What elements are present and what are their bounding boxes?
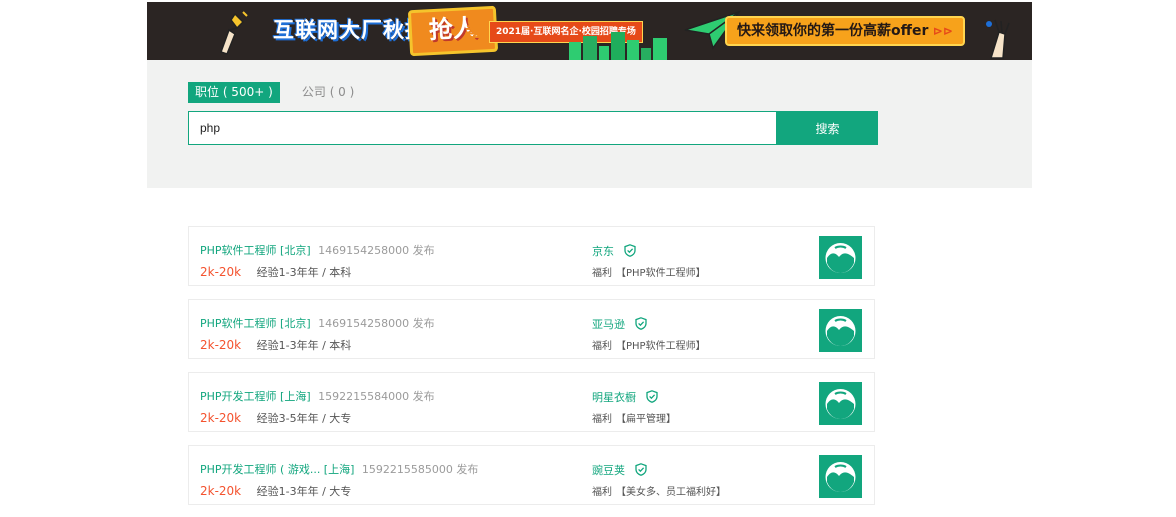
welfare-line: 福利 【PHP软件工程师】 <box>592 264 706 279</box>
job-title-line: PHP开发工程师 [上海] 1592215584000 发布 <box>200 388 435 404</box>
search-tabs: 职位 ( 500+ ) 公司 ( 0 ) <box>188 81 371 103</box>
company-name-link[interactable]: 京东 <box>592 245 614 258</box>
search-panel: 职位 ( 500+ ) 公司 ( 0 ) 搜索 <box>147 60 1032 188</box>
job-requirement: 经验1-3年年 / 本科 <box>256 339 352 352</box>
company-line: 豌豆荚 <box>592 462 647 478</box>
search-bar: 搜索 <box>188 111 878 145</box>
job-salary: 2k-20k <box>200 265 242 279</box>
company-logo-icon[interactable] <box>819 455 862 498</box>
welfare-label: 福利 <box>592 268 612 279</box>
welfare-label: 福利 <box>592 341 612 352</box>
buildings-illustration <box>569 32 667 60</box>
welfare-tags: 【PHP软件工程师】 <box>616 268 706 279</box>
job-title-link[interactable]: PHP开发工程师 [上海] <box>200 390 311 403</box>
job-title-line: PHP软件工程师 [北京] 1469154258000 发布 <box>200 242 435 258</box>
job-title-link[interactable]: PHP开发工程师 ( 游戏... [上海] <box>200 463 354 476</box>
company-logo-icon[interactable] <box>819 236 862 279</box>
campus-recruit-banner[interactable]: 互联网大厂秋招 抢人 季 2021届·互联网名企·校园招聘专场 快来领取你的第一… <box>147 2 1032 60</box>
welfare-line: 福利 【PHP软件工程师】 <box>592 337 706 352</box>
job-meta-line: 2k-20k 经验1-3年年 / 本科 <box>200 264 351 280</box>
job-list-item[interactable]: PHP开发工程师 ( 游戏... [上海] 1592215585000 发布 2… <box>188 445 875 505</box>
job-posted-time: 1469154258000 发布 <box>318 244 435 257</box>
job-title-link[interactable]: PHP软件工程师 [北京] <box>200 244 311 257</box>
company-logo-icon[interactable] <box>819 382 862 425</box>
company-logo-icon[interactable] <box>819 309 862 352</box>
shield-check-icon <box>634 463 647 476</box>
job-requirement: 经验1-3年年 / 本科 <box>256 266 352 279</box>
welfare-line: 福利 【扁平管理】 <box>592 410 676 425</box>
job-title-link[interactable]: PHP软件工程师 [北京] <box>200 317 311 330</box>
company-name-link[interactable]: 豌豆荚 <box>592 464 625 477</box>
job-search-page: 互联网大厂秋招 抢人 季 2021届·互联网名企·校园招聘专场 快来领取你的第一… <box>0 0 1176 517</box>
job-title-line: PHP软件工程师 [北京] 1469154258000 发布 <box>200 315 435 331</box>
job-posted-time: 1592215584000 发布 <box>318 390 435 403</box>
welfare-line: 福利 【美女多、员工福利好】 <box>592 483 726 498</box>
job-requirement: 经验1-3年年 / 大专 <box>256 485 352 498</box>
welfare-tags: 【扁平管理】 <box>616 414 676 425</box>
job-posted-time: 1592215585000 发布 <box>361 463 479 476</box>
company-line: 京东 <box>592 243 636 259</box>
job-meta-line: 2k-20k 经验1-3年年 / 大专 <box>200 483 351 499</box>
banner-title-highlight: 抢人 <box>407 5 499 57</box>
banner-title: 互联网大厂秋招 <box>273 18 427 42</box>
search-input[interactable] <box>188 111 777 145</box>
company-name-link[interactable]: 明星衣橱 <box>592 391 636 404</box>
job-meta-line: 2k-20k 经验1-3年年 / 本科 <box>200 337 351 353</box>
hand-right-illustration <box>986 19 1010 59</box>
job-meta-line: 2k-20k 经验3-5年年 / 大专 <box>200 410 351 426</box>
job-list-item[interactable]: PHP软件工程师 [北京] 1469154258000 发布 2k-20k 经验… <box>188 299 875 359</box>
job-salary: 2k-20k <box>200 411 242 425</box>
welfare-tags: 【美女多、员工福利好】 <box>616 487 726 498</box>
job-salary: 2k-20k <box>200 484 242 498</box>
job-posted-time: 1469154258000 发布 <box>318 317 435 330</box>
search-button[interactable]: 搜索 <box>777 111 878 145</box>
double-arrow-icon: ⊳⊳ <box>932 24 953 38</box>
welfare-label: 福利 <box>592 414 612 425</box>
job-requirement: 经验3-5年年 / 大专 <box>256 412 352 425</box>
hand-left-illustration <box>220 11 248 55</box>
welfare-label: 福利 <box>592 487 612 498</box>
company-name-link[interactable]: 亚马逊 <box>592 318 625 331</box>
banner-season: 季 <box>465 24 483 45</box>
job-list-item[interactable]: PHP开发工程师 [上海] 1592215584000 发布 2k-20k 经验… <box>188 372 875 432</box>
company-line: 明星衣橱 <box>592 389 658 405</box>
tab-positions[interactable]: 职位 ( 500+ ) <box>188 82 280 103</box>
shield-check-icon <box>645 390 658 403</box>
company-line: 亚马逊 <box>592 316 647 332</box>
welfare-tags: 【PHP软件工程师】 <box>616 341 706 352</box>
shield-check-icon <box>634 317 647 330</box>
tab-companies[interactable]: 公司 ( 0 ) <box>295 82 361 103</box>
job-title-line: PHP开发工程师 ( 游戏... [上海] 1592215585000 发布 <box>200 461 478 477</box>
job-list-item[interactable]: PHP软件工程师 [北京] 1469154258000 发布 2k-20k 经验… <box>188 226 875 286</box>
shield-check-icon <box>623 244 636 257</box>
offer-cta-text: 快来领取你的第一份高薪offer <box>737 23 929 39</box>
offer-cta[interactable]: 快来领取你的第一份高薪offer ⊳⊳ <box>725 16 965 46</box>
job-salary: 2k-20k <box>200 338 242 352</box>
